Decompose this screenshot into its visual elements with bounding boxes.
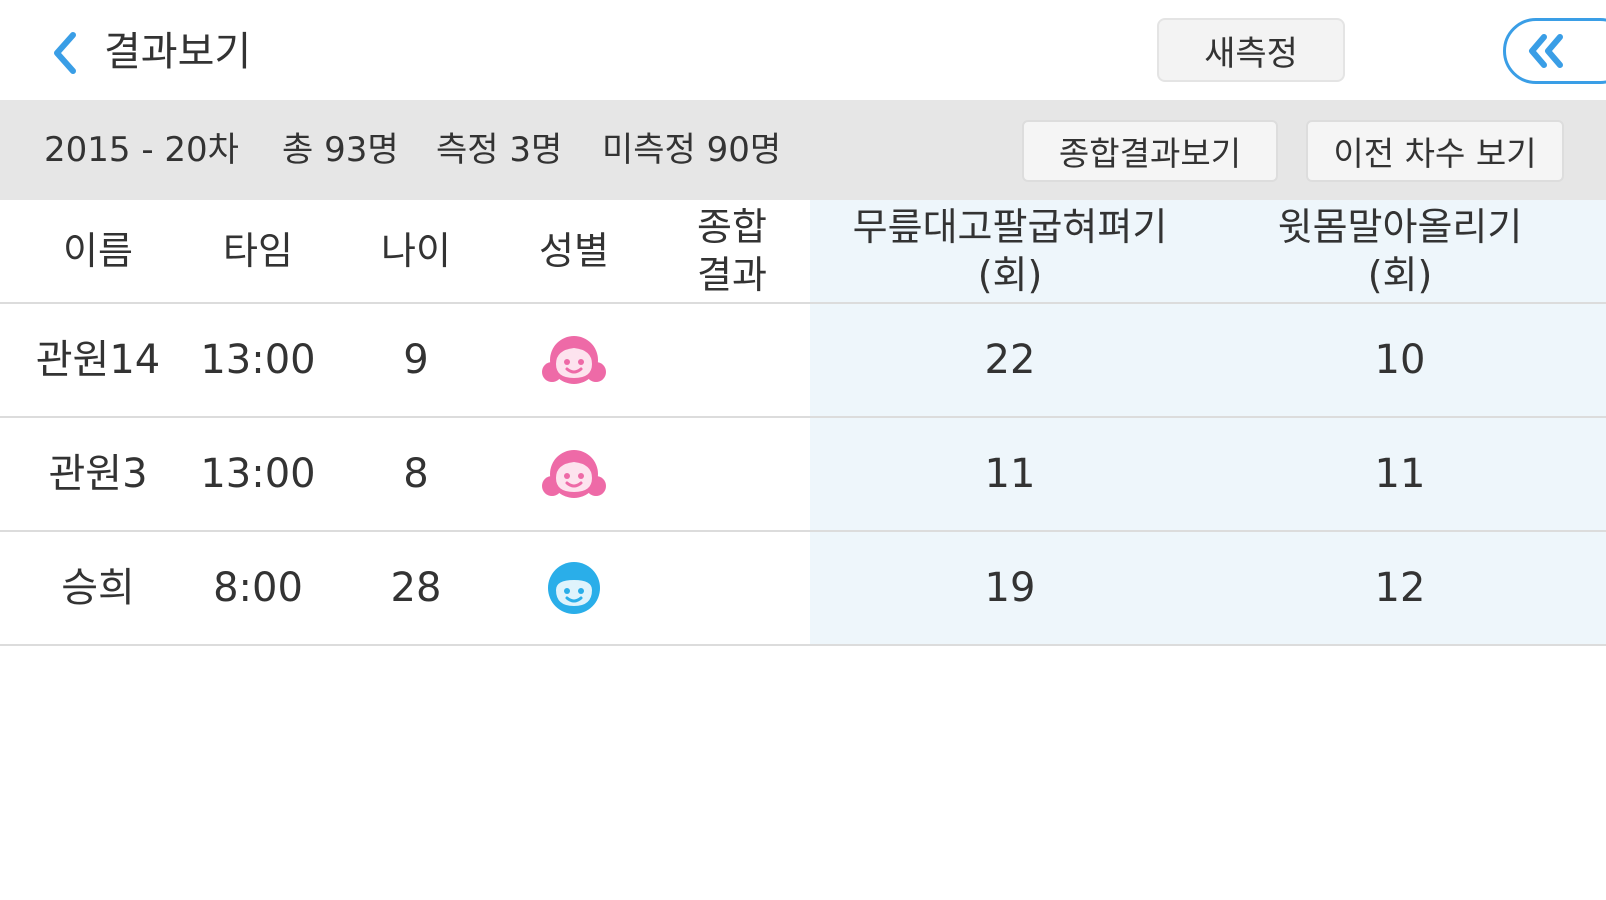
table-row[interactable]: 승희 8:00 28 19 12 bbox=[0, 532, 1606, 646]
round-label: 2015 - 20차 bbox=[44, 130, 239, 170]
summary-bar: 2015 - 20차 총 93명 측정 3명 미측정 90명 종합결과보기 이전… bbox=[0, 100, 1606, 200]
boy-face-icon bbox=[548, 562, 600, 614]
girl-face-icon bbox=[542, 336, 606, 384]
cell-knee-pushup: 11 bbox=[984, 451, 1036, 497]
cell-total-result bbox=[652, 304, 812, 416]
double-chevron-left-icon bbox=[1529, 34, 1563, 68]
header-curl-up: 윗몸말아올리기 (회) bbox=[1210, 200, 1590, 302]
cell-name: 승희 bbox=[61, 565, 135, 611]
top-bar: 결과보기 새측정 bbox=[0, 0, 1606, 100]
header-age: 나이 bbox=[381, 229, 451, 273]
header-knee-pushup-line2: (회) bbox=[977, 253, 1043, 297]
header-total-line2: 결과 bbox=[697, 253, 767, 297]
cell-curl-up: 12 bbox=[1374, 565, 1426, 611]
back-button[interactable] bbox=[44, 28, 84, 78]
results-screen: 결과보기 새측정 2015 - 20차 총 93명 측정 3명 미측정 90명 … bbox=[0, 0, 1606, 900]
cell-time: 13:00 bbox=[200, 451, 316, 497]
previous-round-button[interactable]: 이전 차수 보기 bbox=[1306, 120, 1564, 182]
cell-age: 28 bbox=[390, 565, 442, 611]
cell-knee-pushup: 19 bbox=[984, 565, 1036, 611]
girl-face-icon bbox=[542, 450, 606, 498]
new-measure-button[interactable]: 새측정 bbox=[1157, 18, 1345, 82]
header-knee-pushup: 무릎대고팔굽혀펴기 (회) bbox=[810, 200, 1210, 302]
cell-curl-up: 10 bbox=[1374, 337, 1426, 383]
page-title: 결과보기 bbox=[104, 29, 252, 75]
cell-knee-pushup: 22 bbox=[984, 337, 1036, 383]
cell-time: 8:00 bbox=[213, 565, 303, 611]
measured-count: 측정 3명 bbox=[436, 130, 563, 170]
header-gender: 성별 bbox=[539, 229, 609, 273]
cell-gender bbox=[494, 304, 654, 416]
collapse-panel-button[interactable] bbox=[1503, 18, 1606, 84]
cell-curl-up: 11 bbox=[1374, 451, 1426, 497]
cell-time: 13:00 bbox=[200, 337, 316, 383]
total-count: 총 93명 bbox=[282, 130, 399, 170]
header-curl-up-line2: (회) bbox=[1367, 253, 1433, 297]
cell-name: 관원14 bbox=[35, 337, 161, 383]
cell-name: 관원3 bbox=[48, 451, 148, 497]
cell-age: 9 bbox=[403, 337, 429, 383]
header-total-result: 종합 결과 bbox=[652, 200, 812, 302]
unmeasured-count: 미측정 90명 bbox=[602, 130, 782, 170]
header-total-line1: 종합 bbox=[697, 205, 767, 249]
cell-gender bbox=[494, 532, 654, 644]
cell-total-result bbox=[652, 418, 812, 530]
summary-results-button[interactable]: 종합결과보기 bbox=[1022, 120, 1278, 182]
cell-total-result bbox=[652, 532, 812, 644]
header-name: 이름 bbox=[63, 229, 133, 273]
cell-gender bbox=[494, 418, 654, 530]
table-header: 이름 타임 나이 성별 종합 결과 무릎대고팔굽혀펴기 (회) 윗몸말아올리기 … bbox=[0, 200, 1606, 304]
header-time: 타임 bbox=[223, 229, 293, 273]
header-curl-up-line1: 윗몸말아올리기 bbox=[1277, 205, 1523, 249]
table-row[interactable]: 관원3 13:00 8 11 11 bbox=[0, 418, 1606, 532]
chevron-left-icon bbox=[54, 32, 76, 74]
header-knee-pushup-line1: 무릎대고팔굽혀펴기 bbox=[852, 205, 1168, 249]
table-row[interactable]: 관원14 13:00 9 22 10 bbox=[0, 304, 1606, 418]
cell-age: 8 bbox=[403, 451, 429, 497]
